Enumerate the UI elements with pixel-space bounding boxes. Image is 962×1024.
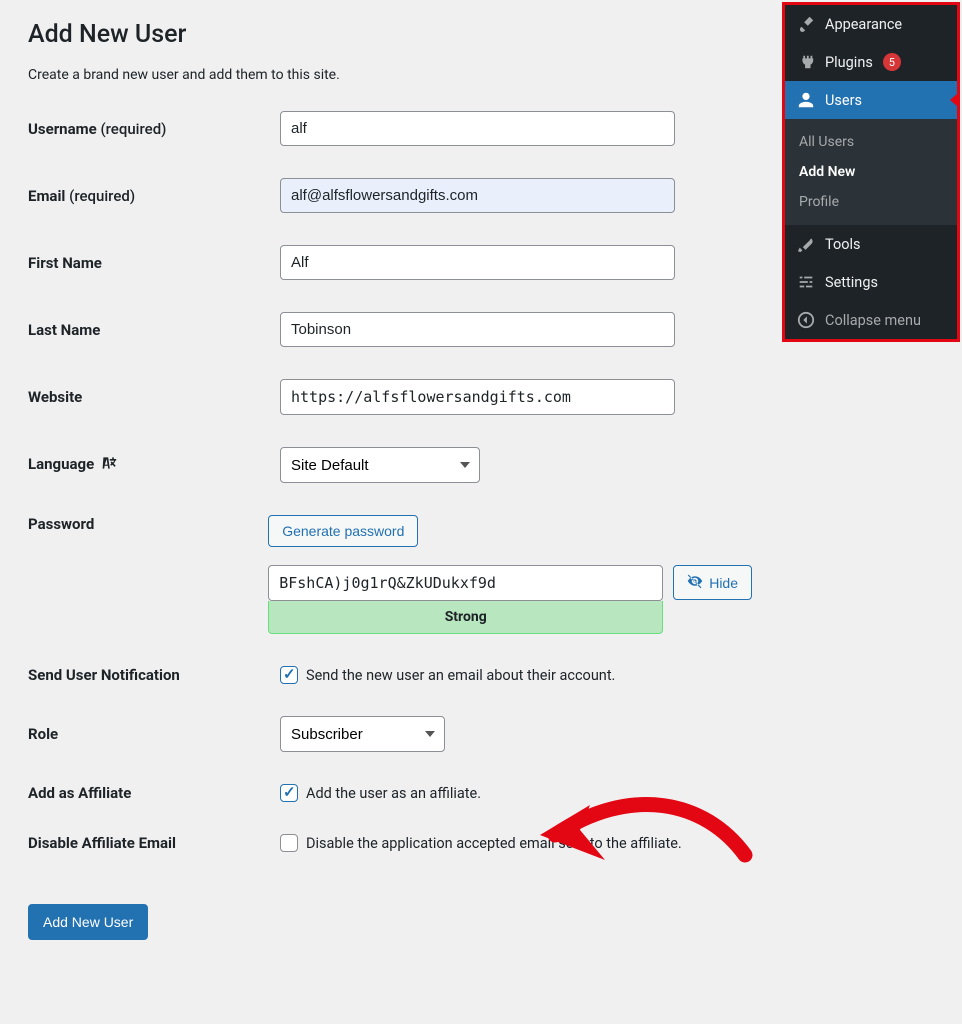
role-select[interactable]: Subscriber [280,716,445,752]
admin-sidebar: Appearance Plugins 5 Users All Users Add… [782,2,960,342]
notification-label: Send User Notification [28,666,280,684]
disable-email-label: Disable Affiliate Email [28,834,280,852]
users-submenu: All Users Add New Profile [785,119,957,225]
language-label: Language [28,455,280,475]
plugins-badge: 5 [883,53,901,71]
password-strength: Strong [268,601,663,634]
translate-icon [101,455,117,475]
disable-email-text: Disable the application accepted email s… [306,835,682,852]
username-input[interactable] [280,111,675,146]
password-input[interactable] [268,565,663,601]
sidebar-item-appearance[interactable]: Appearance [785,5,957,43]
last-name-label: Last Name [28,321,280,339]
website-label: Website [28,388,280,406]
add-new-user-button[interactable]: Add New User [28,904,148,940]
affiliate-checkbox[interactable] [280,784,298,802]
email-label: Email (required) [28,187,280,205]
affiliate-text: Add the user as an affiliate. [306,785,481,802]
hide-password-button[interactable]: Hide [673,565,752,600]
plug-icon [797,53,815,71]
username-label: Username (required) [28,120,280,138]
page-intro: Create a brand new user and add them to … [28,67,752,83]
submenu-add-new[interactable]: Add New [785,157,957,187]
language-select[interactable]: Site Default [280,447,480,483]
sidebar-item-tools[interactable]: Tools [785,225,957,263]
last-name-input[interactable] [280,312,675,347]
generate-password-button[interactable]: Generate password [268,515,418,547]
page-title: Add New User [28,20,752,49]
eye-slash-icon [687,573,703,592]
first-name-label: First Name [28,254,280,272]
password-label: Password [28,515,268,533]
sidebar-item-users[interactable]: Users [785,81,957,119]
sliders-icon [797,273,815,291]
role-label: Role [28,725,280,743]
user-icon [797,91,815,109]
notification-checkbox[interactable] [280,666,298,684]
affiliate-label: Add as Affiliate [28,784,280,802]
collapse-icon [797,311,815,329]
wrench-icon [797,235,815,253]
main-content: Add New User Create a brand new user and… [0,0,780,980]
disable-email-checkbox[interactable] [280,834,298,852]
sidebar-item-plugins[interactable]: Plugins 5 [785,43,957,81]
sidebar-collapse[interactable]: Collapse menu [785,301,957,339]
website-input[interactable] [280,379,675,415]
brush-icon [797,15,815,33]
submenu-profile[interactable]: Profile [785,187,957,217]
notification-text: Send the new user an email about their a… [306,667,615,684]
submenu-all-users[interactable]: All Users [785,127,957,157]
sidebar-item-settings[interactable]: Settings [785,263,957,301]
first-name-input[interactable] [280,245,675,280]
email-input[interactable] [280,178,675,213]
